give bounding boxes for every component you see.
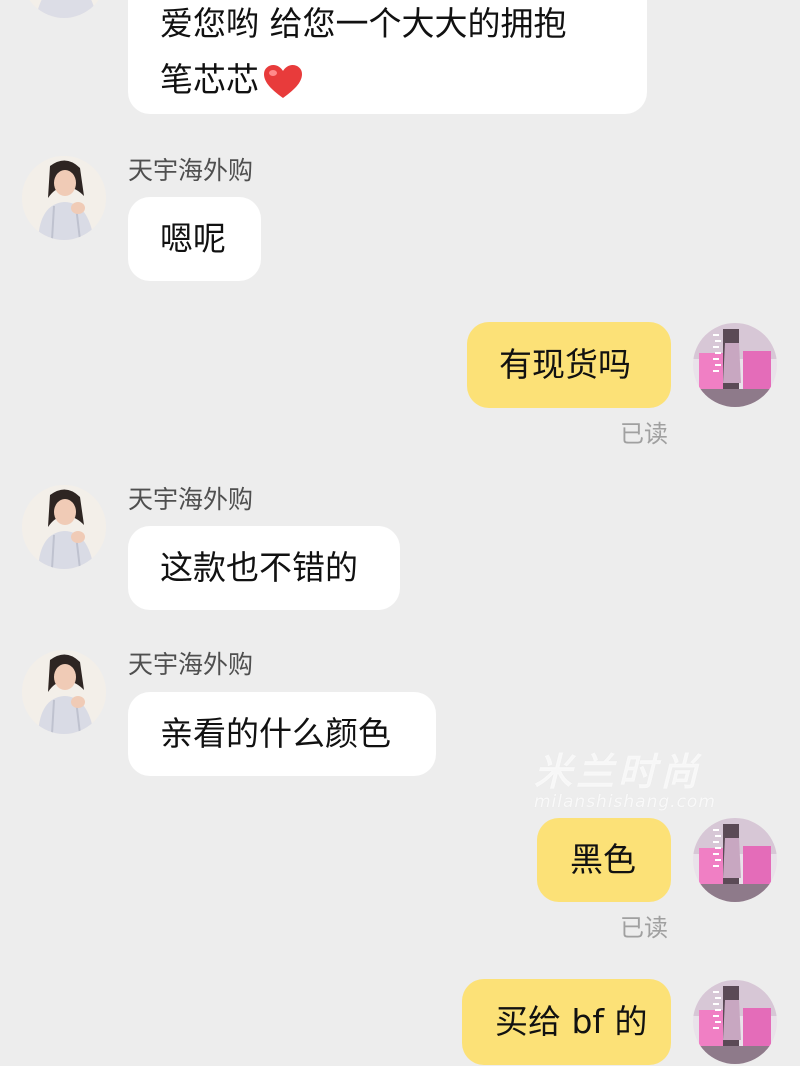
watermark: 米兰时尚 milanshishang.com bbox=[534, 752, 774, 812]
message-bubble-outgoing[interactable]: 黑色 bbox=[537, 818, 671, 902]
contact-avatar-image bbox=[22, 650, 106, 734]
contact-avatar-image bbox=[22, 0, 106, 18]
contact-avatar[interactable] bbox=[22, 485, 106, 569]
message-text: 买给 bf 的 bbox=[495, 1002, 648, 1041]
contact-avatar[interactable] bbox=[22, 156, 106, 240]
message-bubble-incoming[interactable]: 这款也不错的 bbox=[128, 526, 400, 610]
red-heart-icon bbox=[264, 64, 302, 98]
message-text: 有现货吗 bbox=[499, 345, 631, 384]
contact-avatar-image bbox=[22, 485, 106, 569]
message-bubble-outgoing[interactable]: 有现货吗 bbox=[467, 322, 671, 408]
contact-avatar[interactable] bbox=[22, 0, 106, 18]
message-bubble-incoming[interactable]: 亲看的什么颜色 bbox=[128, 692, 436, 776]
user-avatar[interactable] bbox=[693, 323, 777, 407]
read-status: 已读 bbox=[620, 420, 668, 448]
message-text-line: 爱您哟 给您一个大大的拥抱 bbox=[160, 4, 567, 43]
watermark-logo: 米兰时尚 bbox=[534, 750, 703, 794]
user-avatar-image bbox=[693, 323, 777, 407]
sender-name: 天宇海外购 bbox=[128, 485, 254, 514]
user-avatar[interactable] bbox=[693, 818, 777, 902]
sender-name: 天宇海外购 bbox=[128, 650, 254, 679]
message-text: 嗯呢 bbox=[160, 219, 226, 258]
message-bubble-incoming[interactable]: 嗯呢 bbox=[128, 197, 261, 281]
watermark-url: milanshishang.com bbox=[534, 792, 716, 812]
read-status: 已读 bbox=[620, 914, 668, 942]
message-text: 亲看的什么颜色 bbox=[160, 714, 391, 753]
user-avatar[interactable] bbox=[693, 980, 777, 1064]
message-bubble-outgoing[interactable]: 买给 bf 的 bbox=[462, 979, 671, 1065]
message-text: 这款也不错的 bbox=[160, 548, 358, 587]
message-text: 黑色 bbox=[570, 840, 636, 879]
message-bubble-incoming[interactable]: 爱您哟 给您一个大大的拥抱 笔芯芯 bbox=[128, 0, 647, 114]
contact-avatar-image bbox=[22, 156, 106, 240]
message-text-line: 笔芯芯 bbox=[160, 52, 615, 108]
user-avatar-image bbox=[693, 980, 777, 1064]
contact-avatar[interactable] bbox=[22, 650, 106, 734]
user-avatar-image bbox=[693, 818, 777, 902]
chat-message-list[interactable]: 爱您哟 给您一个大大的拥抱 笔芯芯 天宇海外购 嗯呢 有现货吗 已读 天宇海外购… bbox=[0, 0, 800, 1066]
sender-name: 天宇海外购 bbox=[128, 156, 254, 185]
